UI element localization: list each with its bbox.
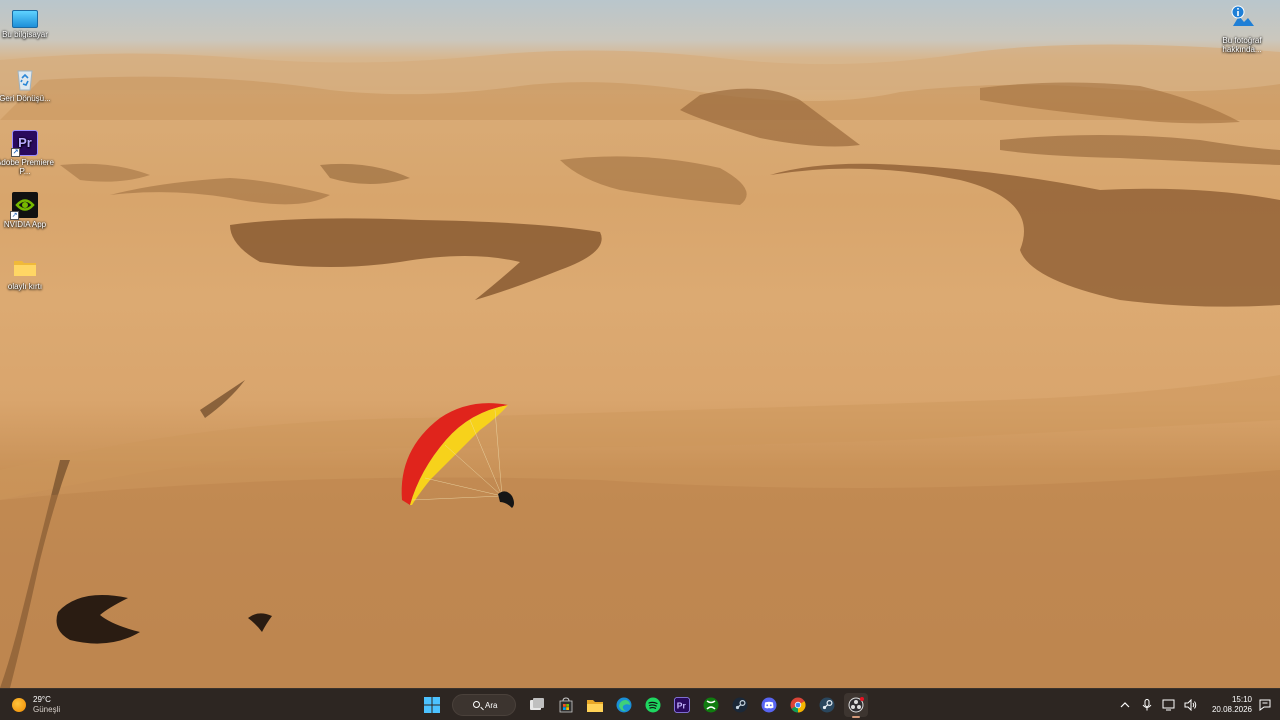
microphone-icon[interactable]	[1139, 697, 1155, 713]
clock-date: 20.08.2026	[1211, 705, 1252, 714]
sun-icon	[12, 698, 26, 712]
obs-button[interactable]	[843, 693, 868, 718]
desktop-icon-label: Geri Dönüşü...	[0, 94, 51, 103]
desktop-icon-label: Bu bilgisayar	[2, 30, 48, 39]
shortcut-arrow-icon: ↗	[10, 211, 19, 220]
clock[interactable]: 15:10 20.08.2026	[1212, 695, 1252, 715]
start-button[interactable]	[420, 693, 444, 717]
system-tray: 15:10 20.08.2026	[1114, 689, 1272, 720]
info-icon	[1227, 4, 1257, 34]
file-explorer-button[interactable]	[583, 693, 607, 717]
premiere-pro-button[interactable]: Pr	[670, 693, 694, 717]
network-icon[interactable]	[1161, 697, 1177, 713]
desktop-icon-label: olaylı kırtı	[7, 282, 43, 291]
store-button[interactable]	[554, 693, 578, 717]
folder-icon	[12, 254, 38, 280]
desktop-icon-recycle-bin[interactable]: Geri Dönüşü...	[0, 66, 55, 103]
weather-condition: Güneşli	[33, 705, 61, 714]
recycle-bin-icon	[12, 66, 38, 92]
desktop-wallpaper	[0, 0, 1280, 688]
weather-text: 29°C Güneşli	[33, 695, 60, 715]
taskbar-center: Ara Pr	[417, 689, 870, 720]
nvidia-icon: ↗	[10, 192, 38, 220]
premiere-pro-icon: Pr	[673, 697, 690, 713]
svg-text:Pr: Pr	[676, 701, 686, 711]
edge-button[interactable]	[612, 693, 636, 717]
desktop-icon-nvidia[interactable]: ↗ NVIDIA App	[0, 192, 55, 229]
edge-icon	[616, 697, 631, 713]
desktop-icon-label: Adobe Premiere P...	[0, 158, 54, 176]
desktop-icon-this-pc[interactable]: Bu bilgisayar	[0, 6, 55, 39]
clock-time: 15:10	[1231, 695, 1252, 704]
photo-info-label: Bu fotoğraf hakkında...	[1222, 36, 1262, 54]
desktop-icon-premiere[interactable]: Pr ↗ Adobe Premiere P...	[0, 130, 55, 176]
start-icon	[423, 697, 440, 713]
search-label: Ara	[485, 700, 498, 710]
volume-icon[interactable]	[1183, 697, 1199, 713]
search-icon	[473, 701, 480, 708]
steam-button[interactable]	[728, 693, 752, 717]
computer-icon	[12, 10, 38, 28]
xbox-button[interactable]	[699, 693, 723, 717]
steam-icon	[732, 697, 747, 713]
discord-button[interactable]	[757, 693, 781, 717]
desert-dunes-image	[0, 44, 1280, 688]
task-view-icon	[529, 698, 544, 710]
weather-temp: 29°C	[33, 695, 51, 704]
search-button[interactable]: Ara	[452, 694, 516, 716]
shortcut-arrow-icon: ↗	[11, 148, 20, 157]
premiere-pro-icon: Pr ↗	[11, 130, 38, 157]
discord-icon	[761, 697, 776, 713]
taskbar: 29°C Güneşli Ara Pr 15:10 20.08.2026	[0, 688, 1280, 720]
xbox-icon	[703, 697, 718, 713]
chrome-button[interactable]	[786, 693, 810, 717]
obs-icon	[848, 697, 864, 713]
store-icon	[559, 697, 572, 713]
desktop-icon-folder[interactable]: olaylı kırtı	[0, 254, 55, 291]
desktop-icon-photo-info[interactable]: Bu fotoğraf hakkında...	[1212, 4, 1272, 54]
desktop-icon-label: NVIDIA App	[3, 220, 47, 229]
file-explorer-icon	[586, 700, 603, 712]
bell-icon[interactable]	[1258, 698, 1272, 712]
steam-icon	[819, 697, 834, 713]
spotify-icon	[645, 697, 660, 713]
chrome-icon	[790, 697, 806, 713]
chevron-up-icon[interactable]	[1117, 697, 1133, 713]
spotify-button[interactable]	[641, 693, 665, 717]
weather-widget[interactable]: 29°C Güneşli	[12, 694, 60, 716]
task-view-button[interactable]	[525, 693, 549, 717]
steam-button-2[interactable]	[815, 693, 839, 717]
